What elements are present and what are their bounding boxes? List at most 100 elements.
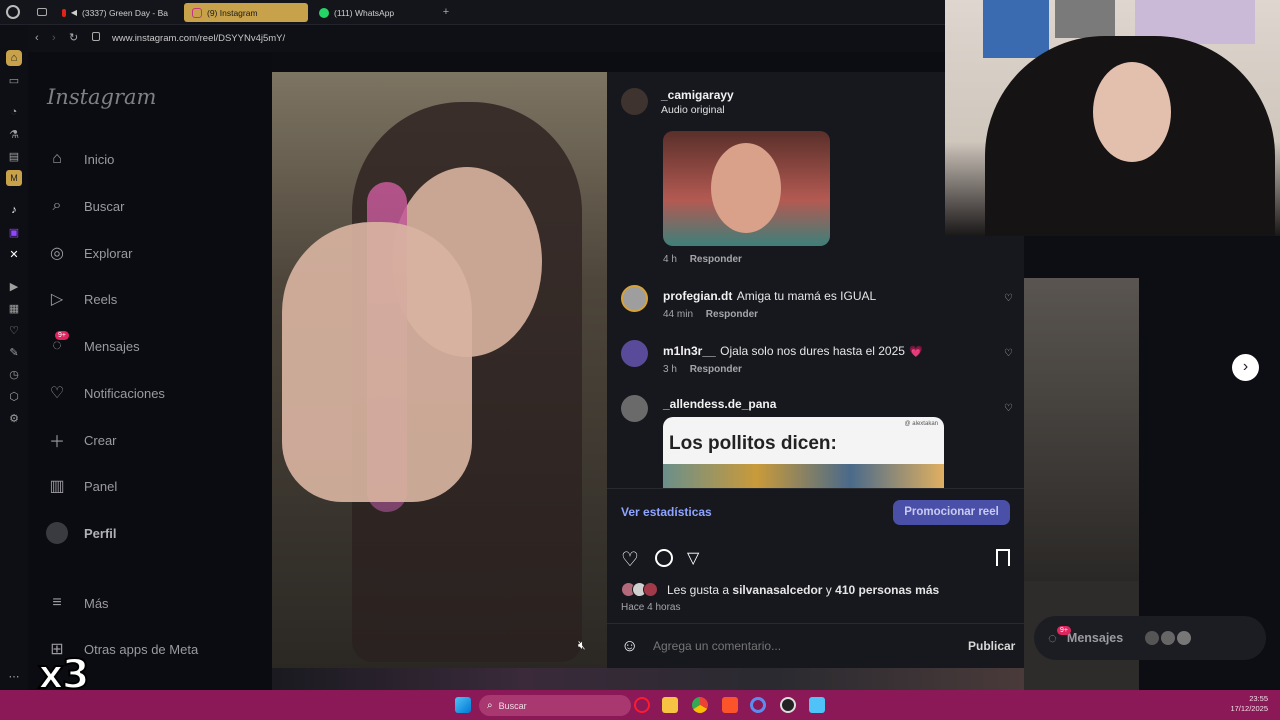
like-comment-icon[interactable]: ♡ xyxy=(1004,293,1013,304)
save-icon[interactable] xyxy=(996,549,1010,566)
nav-reels[interactable]: ▷ Reels xyxy=(46,288,117,310)
share-icon[interactable]: ▽ xyxy=(687,548,699,568)
commenter-avatar[interactable] xyxy=(621,395,648,422)
player-icon[interactable]: ▶ xyxy=(6,278,22,294)
webcam-overlay xyxy=(945,0,1280,236)
x-icon[interactable]: ✕ xyxy=(6,246,22,262)
author-avatar[interactable] xyxy=(621,88,648,115)
tab-instagram[interactable]: (9) Instagram xyxy=(184,3,308,22)
reel-video[interactable]: 🔇︎ xyxy=(272,72,607,668)
tab-overview-icon[interactable] xyxy=(37,8,47,16)
reply-link[interactable]: Responder xyxy=(690,254,742,265)
nav-inicio[interactable]: ⌂ Inicio xyxy=(46,148,114,170)
settings-icon[interactable]: ⚙ xyxy=(6,410,22,426)
twitch-icon[interactable]: ▣ xyxy=(6,224,22,240)
comment-image[interactable]: @ alextakan Los pollitos dicen: xyxy=(663,417,944,488)
extensions-icon[interactable]: ⬡ xyxy=(6,388,22,404)
pin-icon[interactable]: ✎ xyxy=(6,344,22,360)
file-explorer-icon[interactable] xyxy=(662,697,678,713)
comment-input[interactable] xyxy=(653,637,953,655)
poster xyxy=(983,0,1049,58)
compass-icon: ◎ xyxy=(50,245,64,262)
nav-perfil[interactable]: Perfil xyxy=(46,522,117,544)
chart-icon: ▥ xyxy=(49,478,65,495)
like-comment-icon[interactable]: ♡ xyxy=(1004,403,1013,414)
nav-buscar[interactable]: ⌕ Buscar xyxy=(46,195,125,217)
comment-meta: 4 h Responder xyxy=(663,254,742,265)
app-c-icon[interactable] xyxy=(750,697,766,713)
comment-username[interactable]: m1ln3r__ xyxy=(663,344,716,358)
comment-icon[interactable] xyxy=(655,549,673,567)
menu-icon: ≡ xyxy=(52,594,62,611)
forward-icon[interactable]: › xyxy=(52,32,56,44)
card-icon[interactable]: ▤ xyxy=(6,148,22,164)
comment-meta: 3 h Responder xyxy=(663,364,742,375)
nav-label: Explorar xyxy=(84,245,133,261)
like-icon[interactable]: ♡ xyxy=(621,547,639,572)
reply-link[interactable]: Responder xyxy=(690,364,742,375)
chrome-icon[interactable] xyxy=(692,697,708,713)
obs-icon[interactable] xyxy=(780,697,796,713)
comment-text: Amiga tu mamá es IGUAL xyxy=(736,289,877,303)
heart-icon[interactable]: ♡ xyxy=(6,322,22,338)
comment-username[interactable]: profegian.dt xyxy=(663,289,732,303)
comment-username[interactable]: _allendess.de_pana xyxy=(663,397,776,411)
history-icon[interactable]: ◷ xyxy=(6,366,22,382)
post-time: Hace 4 horas xyxy=(621,602,681,613)
new-tab-button[interactable]: + xyxy=(440,6,452,18)
search-icon: ⌕ xyxy=(487,700,493,711)
nav-mas[interactable]: ≡ Más xyxy=(46,592,108,614)
ai-icon[interactable]: ◔ xyxy=(6,104,22,120)
comment-line: m1ln3r__ Ojala solo nos dures hasta el 2… xyxy=(663,342,923,360)
reels-background: › ◌ 9+ Mensajes xyxy=(1024,236,1280,690)
nav-explorar[interactable]: ◎ Explorar xyxy=(46,242,132,264)
back-icon[interactable]: ‹ xyxy=(35,32,39,44)
taskbar-search[interactable]: ⌕ Buscar xyxy=(479,695,631,716)
clock[interactable]: 23:55 17/12/2025 xyxy=(1230,694,1268,714)
tab-label: (111) WhatsApp xyxy=(334,7,395,18)
promote-reel-button[interactable]: Promocionar reel xyxy=(893,500,1010,525)
nav-notificaciones[interactable]: ♡ Notificaciones xyxy=(46,382,165,404)
clock-date: 17/12/2025 xyxy=(1230,704,1268,713)
windows-start-icon[interactable] xyxy=(455,697,471,713)
gamepad-icon[interactable]: ▭ xyxy=(6,72,22,88)
more-icon[interactable]: ⋯ xyxy=(6,668,22,684)
likes-summary[interactable]: Les gusta a silvanasalcedor y 410 person… xyxy=(667,583,939,597)
notepad-icon[interactable] xyxy=(809,697,825,713)
likes-user[interactable]: silvanasalcedor xyxy=(732,583,822,597)
commenter-avatar[interactable] xyxy=(621,285,648,312)
grid-icon[interactable]: ▦ xyxy=(6,300,22,316)
avatar xyxy=(46,522,68,544)
home-icon[interactable]: ⌂ xyxy=(6,50,22,66)
opera-icon[interactable] xyxy=(634,697,650,713)
tab-whatsapp[interactable]: (111) WhatsApp xyxy=(311,3,436,22)
audio-label[interactable]: Audio original xyxy=(661,104,725,116)
stats-link[interactable]: Ver estadísticas xyxy=(621,505,712,519)
publish-button[interactable]: Publicar xyxy=(968,639,1015,653)
brave-icon[interactable] xyxy=(722,697,738,713)
messages-float-button[interactable]: ◌ 9+ Mensajes xyxy=(1034,616,1266,660)
instagram-logo[interactable]: Instagram xyxy=(47,85,156,109)
tiktok-icon[interactable]: ♪ xyxy=(6,202,22,218)
comment-gif[interactable] xyxy=(663,131,830,246)
nav-mensajes[interactable]: ◌ 9+ Mensajes xyxy=(46,331,140,357)
comment-time: 4 h xyxy=(663,254,677,265)
side-video xyxy=(1024,278,1139,581)
flask-icon[interactable]: ⚗ xyxy=(6,126,22,142)
next-reel-button[interactable]: › xyxy=(1232,354,1259,381)
reload-icon[interactable]: ↻ xyxy=(69,31,78,44)
commenter-avatar[interactable] xyxy=(621,340,648,367)
nav-panel[interactable]: ▥ Panel xyxy=(46,475,117,497)
opera-logo-icon[interactable] xyxy=(6,5,20,19)
author-username[interactable]: _camigarayy xyxy=(661,88,734,102)
likes-others[interactable]: 410 personas más xyxy=(835,583,939,597)
music-icon[interactable]: M xyxy=(6,170,22,186)
pink-heart-emoji: 💗 xyxy=(909,346,924,358)
mute-icon[interactable]: 🔇︎ xyxy=(578,638,586,653)
tab-youtube[interactable]: ◀ (3337) Green Day - Ba xyxy=(54,3,176,22)
nav-crear[interactable]: ＋ Crear xyxy=(46,429,117,452)
reply-link[interactable]: Responder xyxy=(706,309,758,320)
like-comment-icon[interactable]: ♡ xyxy=(1004,348,1013,359)
emoji-icon[interactable]: ☺ xyxy=(621,636,638,656)
url-text[interactable]: www.instagram.com/reel/DSYYNv4j5mY/ xyxy=(112,33,285,44)
